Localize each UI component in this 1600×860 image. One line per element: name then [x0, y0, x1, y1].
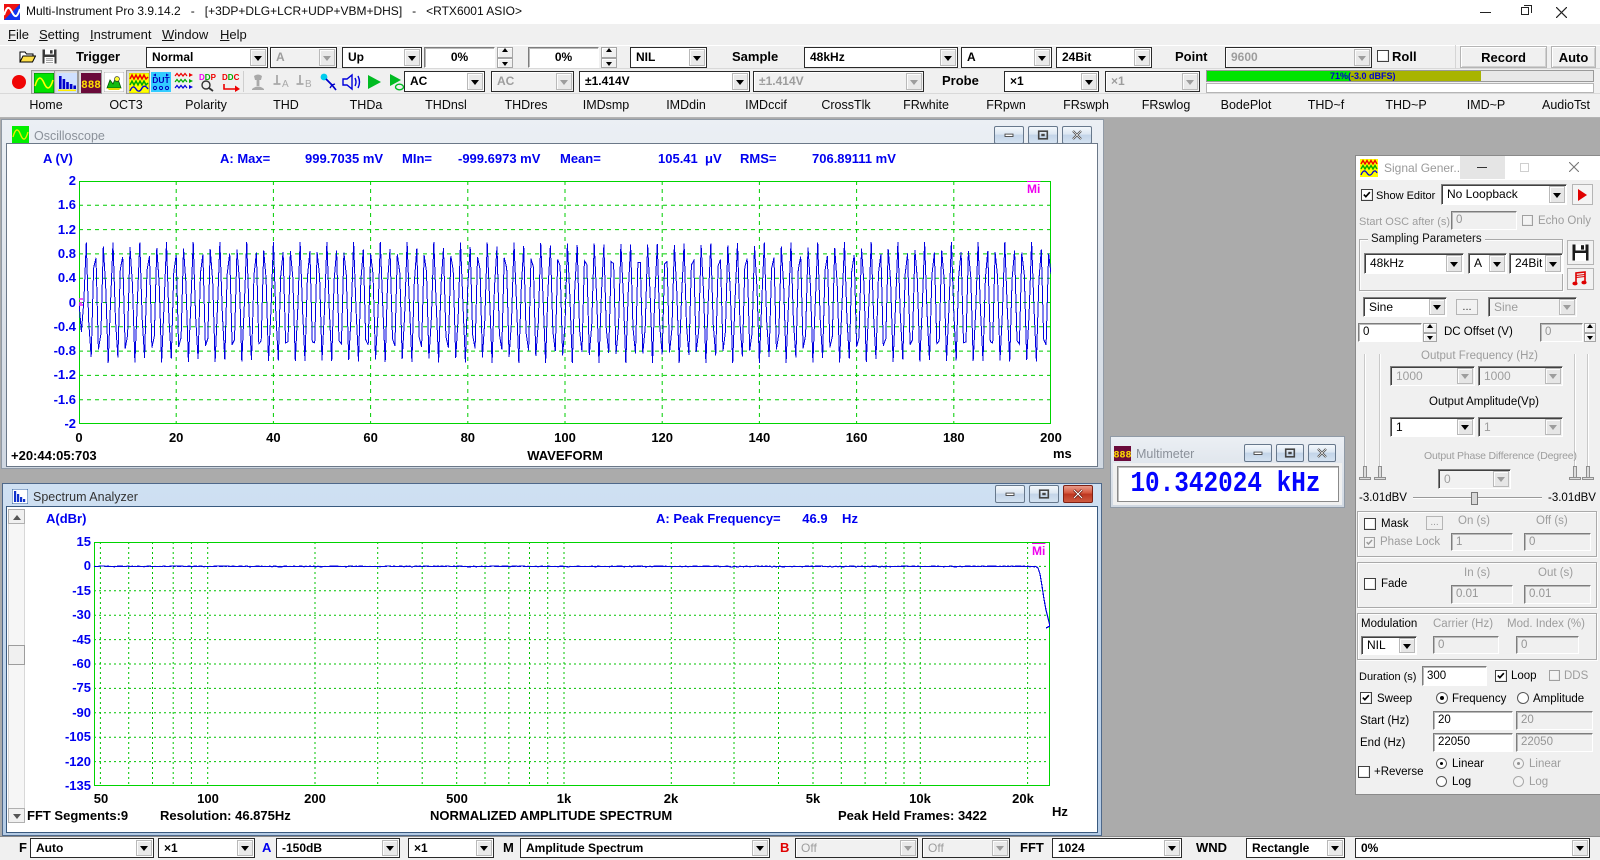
svg-text:A: A	[282, 79, 289, 90]
svg-text:DDP: DDP	[199, 73, 217, 82]
svg-text:DUT: DUT	[152, 75, 170, 85]
svg-text:DDC: DDC	[222, 73, 240, 82]
svg-text:888: 888	[81, 80, 101, 92]
svg-text:888: 888	[1114, 451, 1131, 462]
svg-text:B: B	[305, 79, 312, 90]
